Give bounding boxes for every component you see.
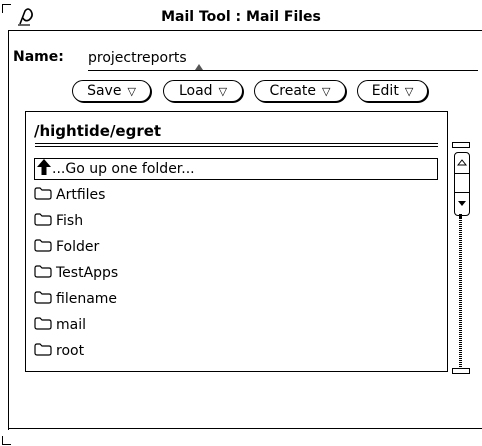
list-item[interactable]: Folder [34,236,99,258]
scroll-up-arrow-icon[interactable] [455,153,469,173]
menu-triangle-icon: ▽ [322,84,331,98]
current-path: /hightide/egret [34,122,162,140]
save-button-label: Save [87,83,122,99]
window-footer-divider [8,428,482,429]
folder-label: Artfiles [56,187,106,203]
list-item[interactable]: filename [34,288,117,310]
folder-label: TestApps [56,265,119,281]
folder-icon [34,238,52,256]
folder-icon [34,212,52,230]
list-item[interactable]: Fish [34,210,83,232]
folder-icon [34,264,52,282]
up-arrow-icon [37,159,51,179]
folder-icon [34,316,52,334]
menu-triangle-icon: ▽ [127,84,136,98]
name-input-value: projectreports [88,50,187,66]
folder-label: mail [56,317,86,333]
window-title: Mail Tool : Mail Files [161,9,321,25]
folder-label: filename [56,291,118,307]
load-button[interactable]: Load ▽ [163,80,243,102]
list-item[interactable]: Artfiles [34,184,105,206]
scrollbar-elevator[interactable] [454,152,470,216]
heading-divider [35,143,438,144]
save-button[interactable]: Save ▽ [72,80,151,102]
folder-icon [34,290,52,308]
name-input[interactable]: projectreports [88,50,478,71]
folder-label: Folder [56,239,100,255]
name-label: Name: [13,49,64,65]
list-item[interactable]: mail [34,314,86,336]
folder-label: root [56,343,85,359]
scroll-down-arrow-icon[interactable] [455,193,469,213]
go-up-folder-label: ...Go up one folder... [52,161,195,177]
go-up-folder-item[interactable]: ...Go up one folder... [34,158,438,180]
heading-divider [35,146,438,147]
folder-label: Fish [56,213,84,229]
scrollbar-top-anchor[interactable] [452,142,470,148]
list-item[interactable]: root [34,340,84,362]
edit-button[interactable]: Edit ▽ [357,80,428,102]
menu-triangle-icon: ▽ [404,84,414,98]
mail-files-window: Mail Tool : Mail Files Name: projectrepo… [0,0,482,446]
folder-list-panel: /hightide/egret ...Go up one folder... A… [25,111,448,372]
window-title-divider [8,30,482,31]
folder-icon [34,342,52,360]
menu-triangle-icon: ▽ [218,84,228,98]
window-corner-bottom-left[interactable] [2,436,11,445]
load-button-label: Load [178,83,213,99]
create-button[interactable]: Create ▽ [254,80,346,102]
folder-icon [34,186,52,204]
list-item[interactable]: TestApps [34,262,118,284]
window-left-edge [8,30,9,430]
text-caret-icon [195,59,203,75]
scrollbar-drag-box[interactable] [455,173,469,193]
edit-button-label: Edit [371,83,399,99]
vertical-scrollbar[interactable] [452,142,472,376]
scrollbar-cable[interactable] [459,218,462,368]
scrollbar-bottom-anchor[interactable] [452,368,470,374]
create-button-label: Create [269,83,317,99]
